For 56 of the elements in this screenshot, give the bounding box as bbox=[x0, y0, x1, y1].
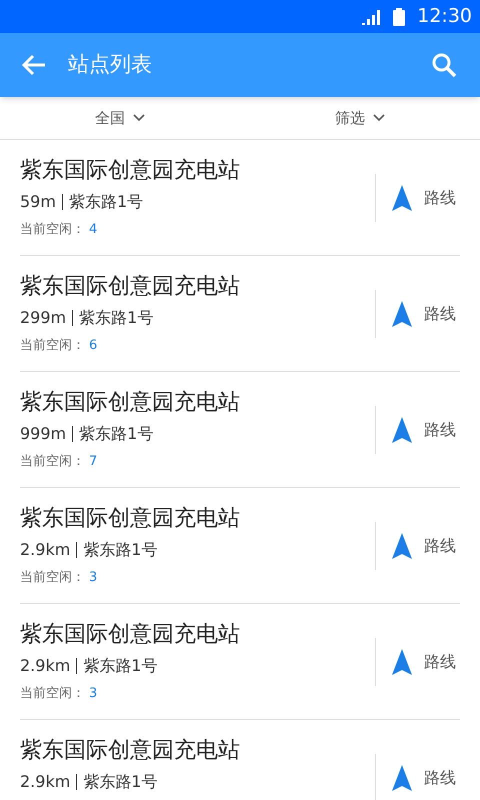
free-count: 7 bbox=[89, 453, 98, 471]
signal-icon bbox=[361, 8, 382, 24]
free-label: 当前空闲： bbox=[20, 569, 85, 587]
back-icon bbox=[21, 53, 47, 77]
page-title: 站点列表 bbox=[68, 51, 152, 78]
station-distance: 2.9km bbox=[20, 539, 70, 561]
station-distance: 2.9km bbox=[20, 771, 70, 793]
station-address: 紫东路1号 bbox=[68, 191, 144, 213]
station-distance: 999m bbox=[20, 423, 66, 445]
navigation-arrow-icon bbox=[392, 184, 412, 210]
station-item[interactable]: 紫东国际创意园充电站 2.9km 紫东路1号 当前空闲： 3 路线 bbox=[20, 488, 460, 604]
station-name: 紫东国际创意园充电站 bbox=[20, 389, 240, 417]
free-label: 当前空闲： bbox=[20, 685, 85, 703]
station-item[interactable]: 紫东国际创意园充电站 2.9km 紫东路1号 当前空闲： 3 路线 bbox=[20, 604, 460, 720]
free-label: 当前空闲： bbox=[20, 453, 85, 471]
navigation-arrow-icon bbox=[392, 300, 412, 326]
free-count: 6 bbox=[89, 337, 98, 355]
station-name: 紫东国际创意园充电站 bbox=[20, 157, 240, 185]
navigation-arrow-icon bbox=[392, 648, 412, 674]
free-count: 4 bbox=[89, 221, 98, 239]
battery-icon bbox=[393, 8, 406, 26]
station-name: 紫东国际创意园充电站 bbox=[20, 273, 240, 301]
route-button[interactable]: 路线 bbox=[392, 300, 460, 326]
chevron-down-icon bbox=[373, 114, 385, 122]
station-address: 紫东路1号 bbox=[83, 771, 158, 793]
free-label: 当前空闲： bbox=[20, 221, 85, 239]
navigation-arrow-icon bbox=[392, 416, 412, 442]
station-item[interactable]: 紫东国际创意园充电站 999m 紫东路1号 当前空闲： 7 路线 bbox=[20, 372, 460, 488]
filter-dropdown[interactable]: 筛选 bbox=[335, 106, 385, 130]
route-button[interactable]: 路线 bbox=[392, 648, 460, 674]
station-distance: 299m bbox=[20, 307, 66, 329]
route-button[interactable]: 路线 bbox=[392, 532, 460, 558]
route-button[interactable]: 路线 bbox=[392, 184, 460, 210]
route-button[interactable]: 路线 bbox=[392, 764, 460, 790]
station-item[interactable]: 紫东国际创意园充电站 2.9km 紫东路1号 路线 bbox=[20, 720, 460, 800]
navigation-arrow-icon bbox=[392, 532, 412, 558]
station-address: 紫东路1号 bbox=[83, 539, 158, 561]
route-button[interactable]: 路线 bbox=[392, 416, 460, 442]
station-item[interactable]: 紫东国际创意园充电站 59m 紫东路1号 当前空闲： 4 路线 bbox=[20, 140, 460, 256]
station-distance: 2.9km bbox=[20, 655, 70, 677]
station-distance: 59m bbox=[20, 191, 56, 213]
free-label: 当前空闲： bbox=[20, 337, 85, 355]
station-address: 紫东路1号 bbox=[79, 423, 154, 445]
chevron-down-icon bbox=[133, 114, 145, 122]
filter-dropdown[interactable]: 全国 bbox=[95, 106, 145, 130]
free-count: 3 bbox=[89, 569, 98, 587]
navigation-arrow-icon bbox=[392, 764, 412, 790]
free-count: 3 bbox=[89, 685, 98, 703]
station-address: 紫东路1号 bbox=[83, 655, 158, 677]
search-icon bbox=[431, 52, 457, 78]
station-name: 紫东国际创意园充电站 bbox=[20, 621, 240, 649]
station-item[interactable]: 紫东国际创意园充电站 299m 紫东路1号 当前空闲： 6 路线 bbox=[20, 256, 460, 372]
status-time: 12:30 bbox=[417, 4, 472, 30]
station-name: 紫东国际创意园充电站 bbox=[20, 505, 240, 533]
station-name: 紫东国际创意园充电站 bbox=[20, 737, 240, 765]
station-address: 紫东路1号 bbox=[79, 307, 154, 329]
